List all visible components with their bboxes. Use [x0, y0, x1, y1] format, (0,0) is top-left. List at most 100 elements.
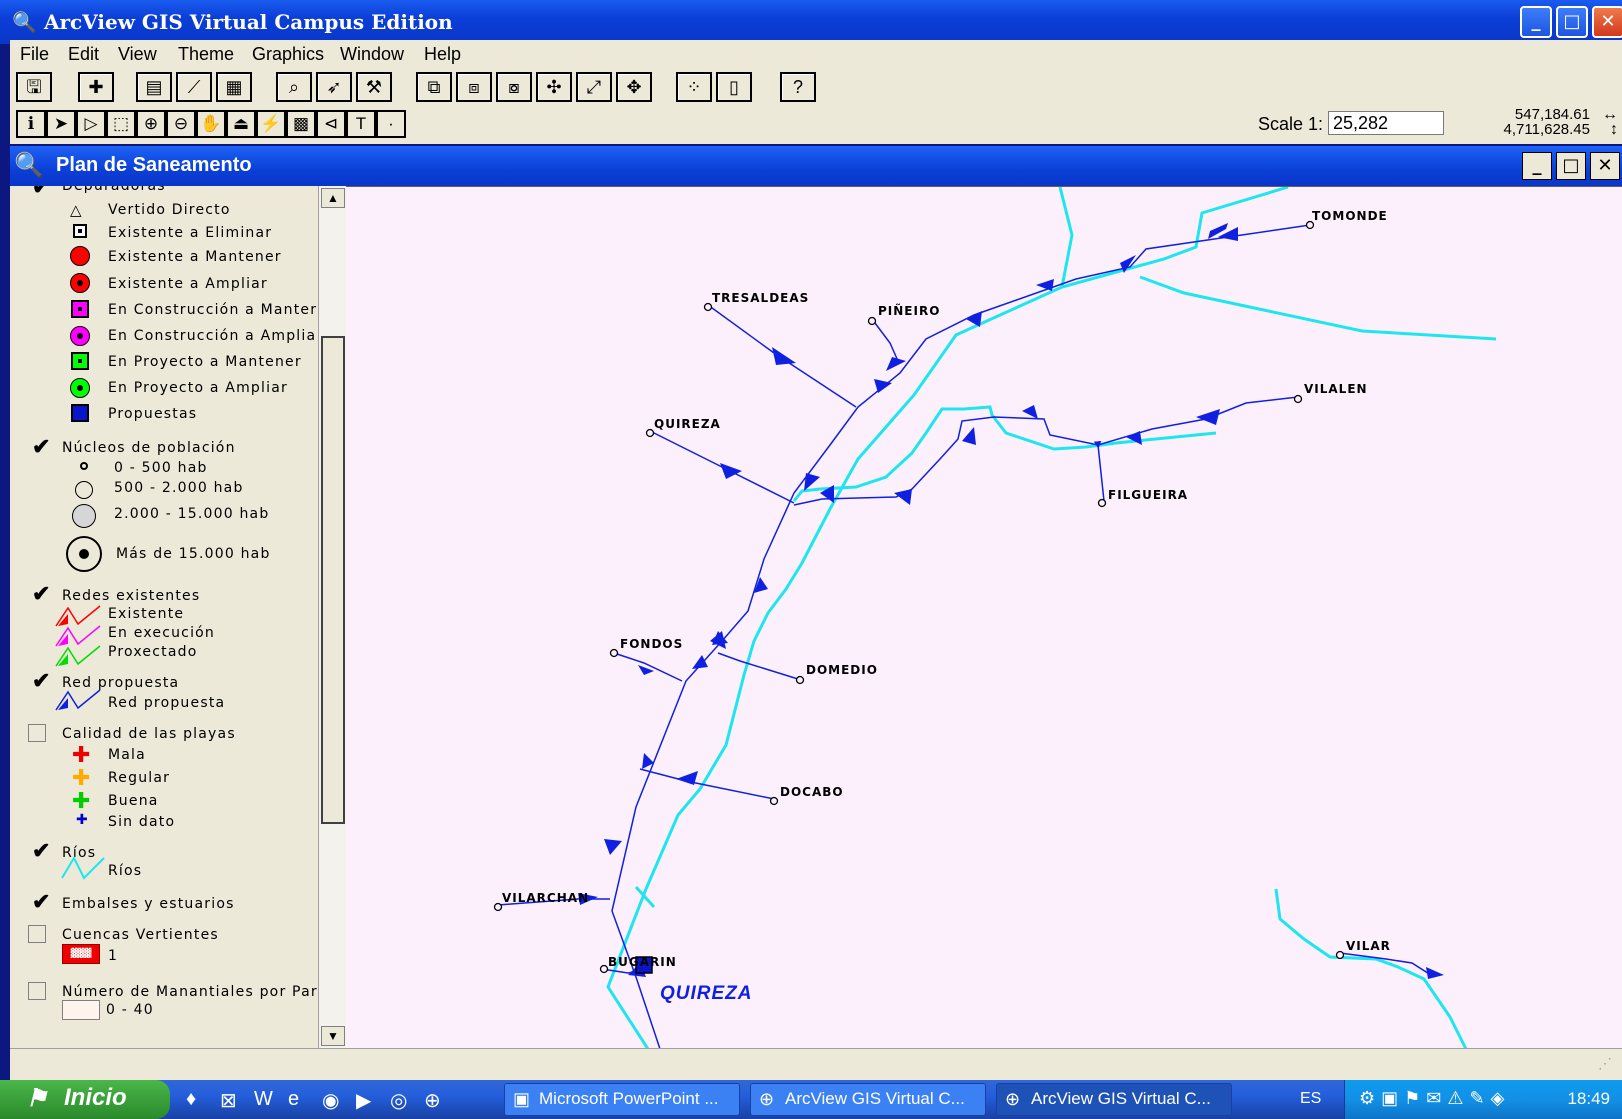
view-title: Plan de Saneamento [56, 154, 252, 176]
language-indicator[interactable]: ES [1300, 1090, 1321, 1108]
menu-window[interactable]: Window [340, 44, 404, 65]
theme-depuradoras-label[interactable]: Depuradoras [62, 186, 166, 194]
edit-legend-icon[interactable]: ⟋ [176, 72, 212, 102]
query-builder-icon[interactable]: ⚒ [356, 72, 392, 102]
clock[interactable]: 18:49 [1567, 1089, 1610, 1109]
vertical-arrow-icon: ↕ [1610, 121, 1618, 138]
zoom-previous-icon[interactable]: ✥ [616, 72, 652, 102]
zoom-full-extent-icon[interactable]: ⧉ [416, 72, 452, 102]
zoom-out-fixed-icon[interactable]: ⤢ [576, 72, 612, 102]
identify-tool-icon[interactable]: ℹ [16, 110, 46, 138]
place-label: FONDOS [620, 637, 684, 651]
tray-icons[interactable]: ⚙▣⚑✉⚠✎◈ [1359, 1088, 1510, 1109]
text-tool-icon[interactable]: T [346, 110, 376, 138]
square-symbol-icon [73, 224, 87, 238]
quicklaunch-word-icon[interactable]: W [254, 1088, 273, 1111]
theme-embalses-label[interactable]: Embalses y estuarios [62, 896, 235, 912]
task-arcview-1[interactable]: ⊕ ArcView GIS Virtual C... [750, 1083, 986, 1116]
map-canvas[interactable]: TOMONDE TRESALDEAS PIÑEIRO VILALEN QUIRE… [346, 186, 1622, 1049]
zoom-out-tool-icon[interactable]: ⊖ [166, 110, 196, 138]
select-by-theme-icon[interactable]: ⁘ [676, 72, 712, 102]
menu-graphics[interactable]: Graphics [252, 44, 324, 65]
theme-manantiales-label[interactable]: Número de Manantiales por Par [62, 984, 318, 1000]
legend-scrollbar[interactable]: ▲ ▼ [318, 186, 346, 1048]
quicklaunch-app-icon[interactable]: ♦ [186, 1088, 196, 1111]
quicklaunch-media-icon[interactable]: ▶ [356, 1088, 371, 1113]
theme-visible-checkbox[interactable]: ✔ [32, 186, 50, 200]
network-lines-symbol-icon [55, 605, 101, 667]
scroll-up-button[interactable]: ▲ [321, 188, 345, 208]
task-arcview-2[interactable]: ⊕ ArcView GIS Virtual C... [996, 1083, 1232, 1116]
orange-cross-symbol-icon: ✚ [72, 766, 91, 791]
legend-class-label: Existente a Ampliar [108, 276, 268, 292]
view-minimize-button[interactable]: _ [1522, 152, 1552, 180]
view-maximize-button[interactable]: □ [1556, 152, 1586, 180]
theme-redes-label[interactable]: Redes existentes [62, 588, 200, 604]
theme-hidden-checkbox[interactable] [28, 982, 46, 1000]
status-bar: ⋰ [10, 1048, 1622, 1080]
vertex-edit-tool-icon[interactable]: ▷ [76, 110, 106, 138]
theme-nucleos-label[interactable]: Núcleos de población [62, 440, 236, 456]
theme-visible-checkbox[interactable]: ✔ [32, 581, 50, 607]
task-powerpoint[interactable]: ▣ Microsoft PowerPoint ... [504, 1083, 740, 1116]
theme-hidden-checkbox[interactable] [28, 925, 46, 943]
button-bar: 🖫 ✚ ▤ ⟋ ▦ ⌕ ➶ ⚒ ⧉ ⧈ ⧇ ✣ ⤢ ✥ ⁘ ▯ ? [10, 70, 1622, 106]
theme-visible-checkbox[interactable]: ✔ [32, 889, 50, 915]
proposed-network-symbol-icon [55, 689, 101, 711]
menu-theme[interactable]: Theme [178, 44, 234, 65]
pointer-tool-icon[interactable]: ➤ [46, 110, 76, 138]
menu-help[interactable]: Help [424, 44, 461, 65]
minimize-button[interactable]: _ [1520, 6, 1552, 38]
green-cross-symbol-icon: ✚ [72, 789, 91, 814]
resize-grip-icon[interactable]: ⋰ [1598, 1055, 1618, 1075]
locate-address-icon[interactable]: ➶ [316, 72, 352, 102]
quicklaunch-browser-icon[interactable]: ◉ [322, 1088, 339, 1113]
zoom-in-fixed-icon[interactable]: ✣ [536, 72, 572, 102]
scale-input[interactable]: 25,282 [1328, 111, 1444, 135]
quicklaunch-ie-icon[interactable]: e [288, 1088, 299, 1111]
draw-point-tool-icon[interactable]: · [376, 110, 406, 138]
scroll-thumb[interactable] [321, 336, 345, 824]
close-button[interactable]: ✕ [1592, 6, 1622, 38]
legend-class-label: 2.000 - 15.000 hab [114, 506, 270, 522]
label-tool-icon[interactable]: ⊲ [316, 110, 346, 138]
view-close-button[interactable]: ✕ [1590, 152, 1620, 180]
hotlink-tool-icon[interactable]: ⚡ [256, 110, 286, 138]
menu-view[interactable]: View [118, 44, 157, 65]
scroll-down-button[interactable]: ▼ [321, 1026, 345, 1046]
open-table-icon[interactable]: ▦ [216, 72, 252, 102]
start-button[interactable]: ⚑ Inicio [0, 1080, 170, 1119]
river-line-symbol-icon [61, 856, 105, 880]
find-icon[interactable]: ⌕ [276, 72, 312, 102]
measure-tool-icon[interactable]: ⏏ [226, 110, 256, 138]
theme-properties-icon[interactable]: ▤ [136, 72, 172, 102]
settlement-points[interactable] [493, 220, 1345, 974]
quicklaunch-excel-icon[interactable]: ⊠ [220, 1088, 237, 1113]
theme-visible-checkbox[interactable]: ✔ [32, 838, 50, 864]
theme-hidden-checkbox[interactable] [28, 724, 46, 742]
zoom-active-themes-icon[interactable]: ⧈ [456, 72, 492, 102]
menu-edit[interactable]: Edit [68, 44, 99, 65]
save-project-icon[interactable]: 🖫 [16, 72, 52, 102]
maximize-button[interactable]: □ [1556, 6, 1588, 38]
add-theme-icon[interactable]: ✚ [78, 72, 114, 102]
menu-file[interactable]: File [20, 44, 49, 65]
clear-selection-icon[interactable]: ▯ [716, 72, 752, 102]
pan-hand-tool-icon[interactable]: ✋ [196, 110, 226, 138]
scale-label: Scale 1: [1258, 114, 1324, 134]
select-feature-tool-icon[interactable]: ⬚ [106, 110, 136, 138]
theme-calidad-label[interactable]: Calidad de las playas [62, 726, 236, 742]
windows-flag-icon: ⚑ [26, 1085, 48, 1112]
theme-cuencas-label[interactable]: Cuencas Vertientes [62, 927, 219, 943]
zoom-selected-icon[interactable]: ⧇ [496, 72, 532, 102]
quicklaunch-tool-icon[interactable]: ◎ [390, 1088, 407, 1113]
theme-visible-checkbox[interactable]: ✔ [32, 434, 50, 460]
quicklaunch-arcview-icon[interactable]: ⊕ [424, 1088, 441, 1113]
area-of-interest-tool-icon[interactable]: ▩ [286, 110, 316, 138]
legend-class-label: Existente [108, 606, 185, 622]
zoom-in-tool-icon[interactable]: ⊕ [136, 110, 166, 138]
magenta-square-symbol-icon [71, 300, 89, 318]
theme-visible-checkbox[interactable]: ✔ [32, 668, 50, 694]
help-icon[interactable]: ? [780, 72, 816, 102]
tool-bar: ℹ ➤ ▷ ⬚ ⊕ ⊖ ✋ ⏏ ⚡ ▩ ⊲ T · Scale 1: 25,28… [10, 106, 1622, 144]
